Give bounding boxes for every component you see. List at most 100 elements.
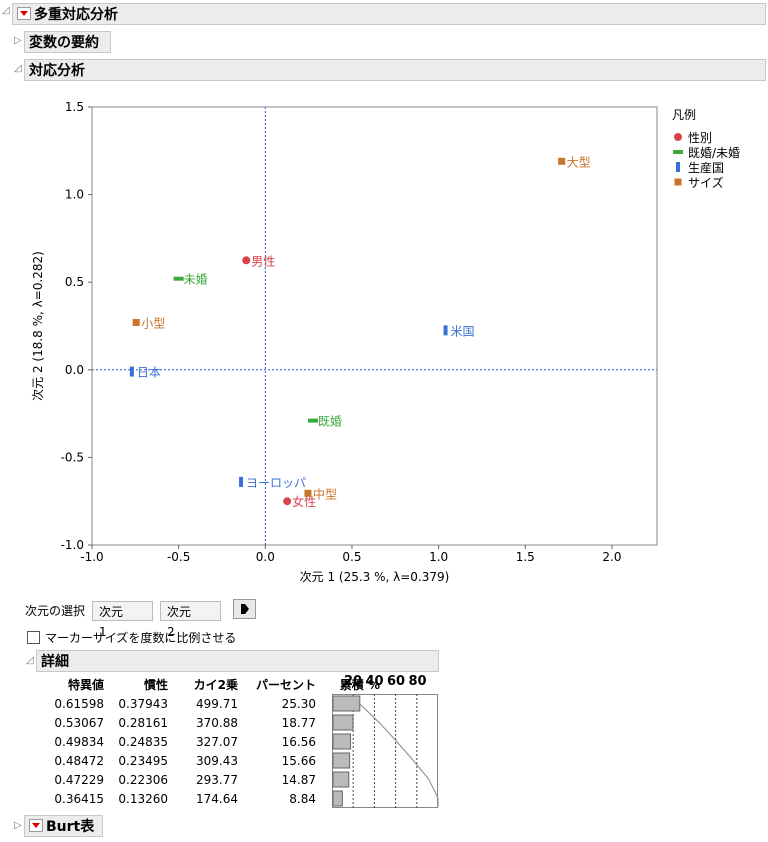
hbar-marker <box>173 276 184 281</box>
column-header: 特異値 <box>67 678 104 692</box>
section-header-correspondence[interactable]: 対応分析 <box>24 59 766 81</box>
section-header-mca[interactable]: 多重対応分析 <box>12 3 766 25</box>
marker-size-checkbox[interactable] <box>27 631 40 644</box>
point-label: 小型 <box>141 316 165 330</box>
section-header-details[interactable]: 詳細 <box>36 650 439 672</box>
x-tick-label: -1.0 <box>80 550 103 564</box>
table-cell: 0.37943 <box>118 696 168 711</box>
percent-bar <box>332 752 351 769</box>
table-cell: 0.47229 <box>54 772 104 787</box>
table-cell: 8.84 <box>289 791 316 806</box>
x-tick-label: -0.5 <box>167 550 190 564</box>
table-cell: 18.77 <box>281 715 316 730</box>
circle-marker <box>674 133 682 141</box>
table-cell: 0.23495 <box>118 753 168 768</box>
table-cell: 25.30 <box>281 696 316 711</box>
table-cell: 15.66 <box>281 753 316 768</box>
percent-bar <box>332 733 352 750</box>
y-tick-label: 0.5 <box>65 275 84 289</box>
table-cell: 0.48472 <box>54 753 104 768</box>
point-label: 中型 <box>313 486 337 501</box>
table-cell: 293.77 <box>196 772 238 787</box>
marker-size-label: マーカーサイズを度数に比例させる <box>45 631 237 645</box>
legend-label: 生産国 <box>688 161 725 175</box>
expand-triangle-icon[interactable]: ▷ <box>14 820 22 831</box>
red-triangle-menu-icon[interactable] <box>29 819 43 832</box>
dim-x-select[interactable]: 次元 1 ⌄ <box>92 601 153 639</box>
square-marker <box>674 178 682 186</box>
square-marker <box>558 157 566 165</box>
section-header-burt[interactable]: Burt表 <box>24 815 103 837</box>
collapse-triangle-icon[interactable]: ◿ <box>26 655 34 666</box>
section-header-variables-summary[interactable]: 変数の要約 <box>24 31 111 53</box>
y-tick-label: 0.0 <box>65 363 84 377</box>
data-point[interactable]: ヨーロッパ <box>239 476 306 490</box>
arrow-right-icon <box>241 604 249 614</box>
x-tick-label: 1.0 <box>429 550 448 564</box>
table-cell: 370.88 <box>196 715 238 730</box>
y-tick-label: -1.0 <box>61 538 84 552</box>
point-label: ヨーロッパ <box>246 476 306 490</box>
collapse-triangle-icon[interactable]: ◿ <box>2 5 10 16</box>
legend-label: 既婚/未婚 <box>688 146 741 160</box>
table-cell: 0.28161 <box>118 715 168 730</box>
dimension-select-label: 次元の選択 <box>25 604 86 618</box>
table-cell: 14.87 <box>281 772 316 787</box>
legend-item[interactable]: 既婚/未婚 <box>672 146 740 161</box>
bar-tick-label: 60 <box>387 674 406 689</box>
percent-bar <box>332 771 350 788</box>
legend-marker-icon <box>674 133 682 141</box>
column-header: パーセント <box>255 678 316 692</box>
x-tick-label: 0.0 <box>256 550 275 564</box>
vbar-marker <box>239 476 244 487</box>
percent-bar <box>332 790 343 807</box>
square-marker <box>132 318 140 326</box>
bar-tick-label: 80 <box>408 674 427 689</box>
x-tick-label: 2.0 <box>602 550 621 564</box>
legend-label: 性別 <box>688 131 713 145</box>
vbar-marker <box>443 325 448 336</box>
y-tick-label: -0.5 <box>61 450 84 464</box>
circle-marker <box>283 497 292 506</box>
vbar-marker <box>676 162 680 172</box>
correspondence-plot[interactable]: -1.0 -0.5 0.0 0.5 1.0 1.5 2.0 1.5 1.0 0.5 0.0 -0.5 -… <box>0 90 768 600</box>
table-cell: 0.22306 <box>118 772 168 787</box>
point-label: 既婚 <box>318 415 342 429</box>
go-button[interactable] <box>233 599 256 619</box>
legend-marker-icon <box>674 178 682 186</box>
point-label: 男性 <box>251 254 275 268</box>
legend-item[interactable]: サイズ <box>672 176 740 191</box>
table-cell: 499.71 <box>196 696 238 711</box>
table-cell: 0.13260 <box>118 791 168 806</box>
dim-y-select[interactable]: 次元 2 ⌄ <box>160 601 221 639</box>
expand-triangle-icon[interactable]: ▷ <box>14 35 22 46</box>
percent-bar <box>332 714 354 731</box>
bar-tick-label: 40 <box>365 674 384 689</box>
table-cell: 0.36415 <box>54 791 104 806</box>
red-triangle-menu-icon[interactable] <box>17 7 31 20</box>
table-cell: 174.64 <box>196 791 238 806</box>
table-cell: 327.07 <box>196 734 238 749</box>
vbar-marker <box>129 366 134 377</box>
legend-marker-icon <box>673 150 683 154</box>
table-cell: 0.24835 <box>118 734 168 749</box>
column-header: カイ2乗 <box>193 678 238 692</box>
bar-tick-label: 20 <box>344 674 363 689</box>
legend-title: 凡例 <box>672 108 697 122</box>
x-tick-label: 0.5 <box>342 550 361 564</box>
legend-item[interactable]: 性別 <box>672 131 740 146</box>
legend-marker-icon <box>676 162 680 172</box>
circle-marker <box>242 256 251 265</box>
legend-item[interactable]: 生産国 <box>672 161 740 176</box>
square-marker <box>304 489 312 497</box>
table-cell: 309.43 <box>196 753 238 768</box>
collapse-triangle-icon[interactable]: ◿ <box>14 63 22 74</box>
x-axis-label: 次元 1 (25.3 %, λ=0.379) <box>300 570 450 584</box>
percent-bar-chart <box>332 694 439 808</box>
table-cell: 0.53067 <box>54 715 104 730</box>
column-header: 慣性 <box>143 678 168 692</box>
plot-frame <box>91 106 658 546</box>
point-label: 未婚 <box>184 273 208 287</box>
percent-bar <box>332 695 361 712</box>
legend-label: サイズ <box>688 176 724 190</box>
